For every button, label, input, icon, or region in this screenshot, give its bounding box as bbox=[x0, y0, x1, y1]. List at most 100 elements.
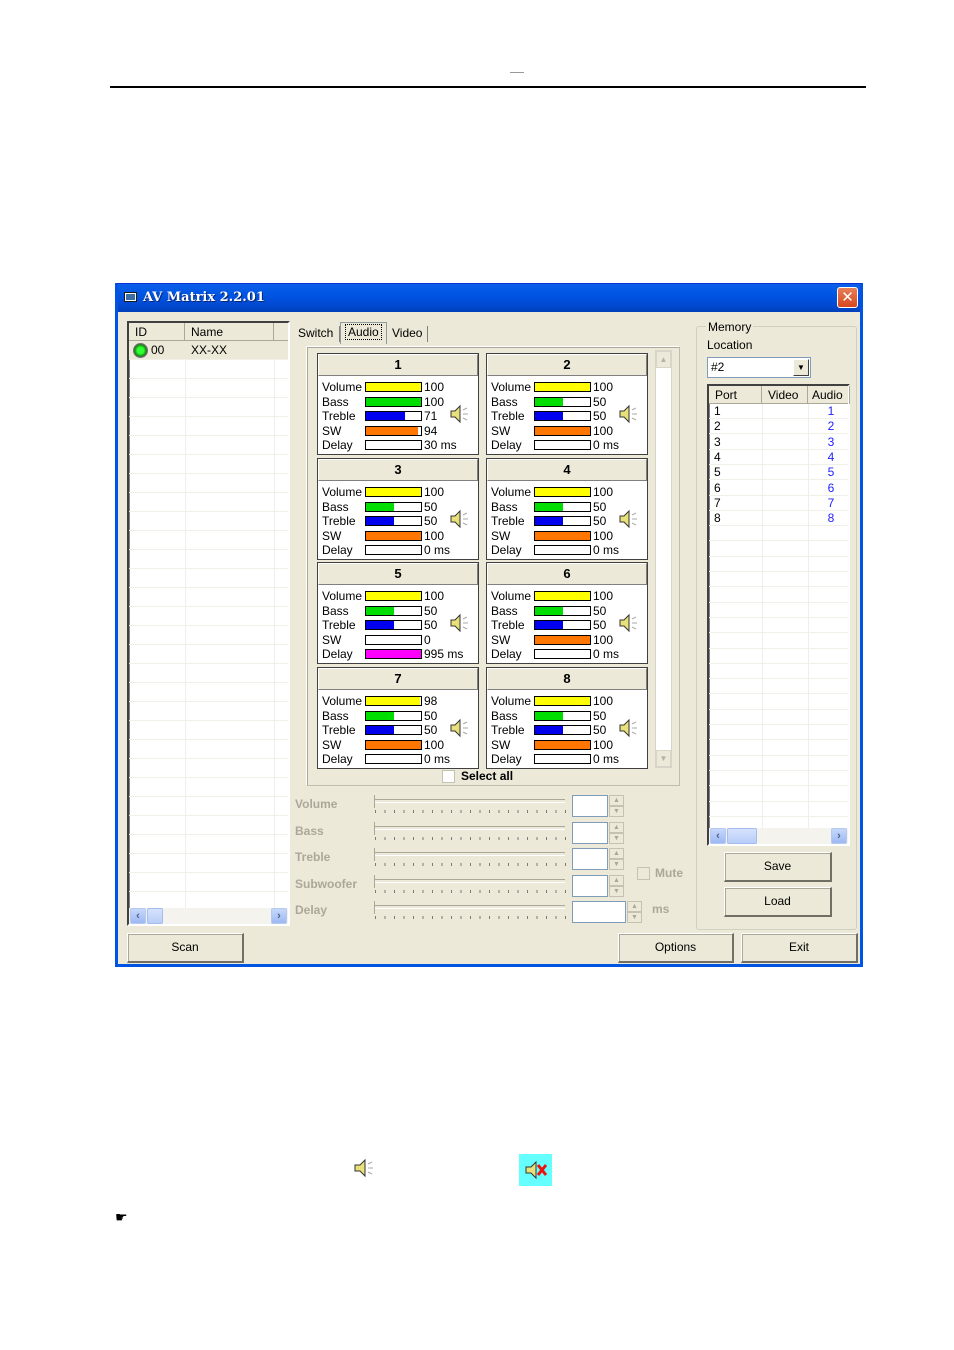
device-row[interactable] bbox=[129, 436, 288, 455]
memory-row[interactable] bbox=[709, 756, 848, 771]
slider-thumb[interactable] bbox=[374, 821, 377, 835]
spin-buttons[interactable]: ▲ ▼ bbox=[609, 795, 624, 817]
memory-row[interactable] bbox=[709, 618, 848, 634]
scroll-right-icon[interactable]: › bbox=[271, 908, 287, 924]
device-row[interactable] bbox=[129, 778, 288, 797]
memory-row[interactable] bbox=[709, 802, 848, 817]
channel-header[interactable]: 4 bbox=[487, 459, 647, 481]
channel-box-8[interactable]: 8 Volume 100 Bass 50 Treble 50 SW 100 Delay 0 ms bbox=[486, 667, 648, 769]
device-row[interactable] bbox=[129, 816, 288, 835]
memory-row[interactable]: 22 bbox=[709, 419, 848, 435]
close-button[interactable]: ✕ bbox=[837, 287, 858, 308]
speaker-icon[interactable] bbox=[449, 404, 471, 424]
speaker-icon[interactable] bbox=[618, 613, 640, 633]
scroll-right-icon[interactable]: › bbox=[831, 828, 847, 844]
options-button[interactable]: Options bbox=[618, 933, 734, 963]
channel-box-5[interactable]: 5 Volume 100 Bass 50 Treble 50 SW 0 Delay 995 ms bbox=[317, 562, 479, 664]
device-row[interactable] bbox=[129, 645, 288, 664]
scroll-thumb[interactable] bbox=[727, 828, 757, 844]
scroll-left-icon[interactable]: ‹ bbox=[130, 908, 146, 924]
checkbox-box[interactable] bbox=[637, 867, 650, 881]
spin-down-icon[interactable]: ▼ bbox=[609, 832, 624, 844]
memory-row[interactable]: 66 bbox=[709, 481, 848, 496]
device-row[interactable] bbox=[129, 588, 288, 607]
column-header-id[interactable]: ID bbox=[129, 323, 185, 341]
memory-row[interactable]: 44 bbox=[709, 450, 848, 465]
speaker-icon[interactable] bbox=[618, 509, 640, 529]
spin-up-icon[interactable]: ▲ bbox=[609, 821, 624, 833]
device-row[interactable] bbox=[129, 550, 288, 569]
load-button[interactable]: Load bbox=[724, 887, 832, 917]
memory-row[interactable]: 88 bbox=[709, 511, 848, 527]
memory-row[interactable]: 33 bbox=[709, 435, 848, 450]
scroll-thumb[interactable] bbox=[147, 908, 163, 924]
speaker-icon[interactable] bbox=[449, 509, 471, 529]
memory-port-list[interactable]: Port Video Audio 1122334455667788 ‹ › bbox=[707, 384, 850, 846]
device-row[interactable] bbox=[129, 626, 288, 645]
scan-button[interactable]: Scan bbox=[127, 933, 244, 963]
memory-list-hscrollbar[interactable]: ‹ › bbox=[709, 828, 848, 844]
memory-row[interactable] bbox=[709, 771, 848, 787]
bass-value-input[interactable] bbox=[572, 821, 608, 844]
spin-down-icon[interactable]: ▼ bbox=[609, 885, 624, 897]
delay-value-input[interactable] bbox=[572, 901, 626, 923]
memory-row[interactable] bbox=[709, 542, 848, 557]
select-all-checkbox[interactable]: Select all bbox=[442, 769, 513, 784]
memory-row[interactable] bbox=[709, 572, 848, 588]
channel-header[interactable]: 5 bbox=[318, 563, 478, 585]
channel-box-7[interactable]: 7 Volume 98 Bass 50 Treble 50 SW 100 Delay 0 ms bbox=[317, 667, 479, 769]
bass-slider[interactable] bbox=[375, 825, 565, 830]
spin-down-icon[interactable]: ▼ bbox=[627, 912, 642, 923]
volume-value-input[interactable] bbox=[572, 795, 608, 817]
device-row[interactable] bbox=[129, 379, 288, 398]
spin-up-icon[interactable]: ▲ bbox=[627, 901, 642, 912]
device-row[interactable]: 00 XX-XX bbox=[129, 341, 288, 360]
treble-slider[interactable] bbox=[375, 852, 565, 856]
column-header-name[interactable]: Name bbox=[185, 323, 274, 341]
memory-row[interactable]: 11 bbox=[709, 404, 848, 419]
memory-row[interactable] bbox=[709, 649, 848, 664]
channel-box-3[interactable]: 3 Volume 100 Bass 50 Treble 50 SW 100 Delay 0 ms bbox=[317, 458, 479, 560]
tab-switch[interactable]: Switch bbox=[294, 324, 338, 344]
spin-buttons[interactable]: ▲ ▼ bbox=[627, 901, 642, 923]
exit-button[interactable]: Exit bbox=[741, 933, 858, 963]
device-row[interactable] bbox=[129, 873, 288, 892]
device-list-hscrollbar[interactable]: ‹ › bbox=[129, 908, 288, 924]
memory-row[interactable] bbox=[709, 741, 848, 756]
device-row[interactable] bbox=[129, 607, 288, 626]
device-row[interactable] bbox=[129, 702, 288, 721]
channel-box-6[interactable]: 6 Volume 100 Bass 50 Treble 50 SW 100 Delay 0 ms bbox=[486, 562, 648, 664]
device-row[interactable] bbox=[129, 417, 288, 436]
speaker-icon[interactable] bbox=[618, 718, 640, 738]
spin-up-icon[interactable]: ▲ bbox=[609, 848, 624, 859]
scroll-left-icon[interactable]: ‹ bbox=[710, 828, 726, 844]
channel-header[interactable]: 7 bbox=[318, 668, 478, 690]
device-row[interactable] bbox=[129, 759, 288, 778]
device-row[interactable] bbox=[129, 797, 288, 816]
device-row[interactable] bbox=[129, 569, 288, 588]
memory-row[interactable] bbox=[709, 526, 848, 542]
device-row[interactable] bbox=[129, 474, 288, 493]
memory-row[interactable] bbox=[709, 787, 848, 802]
device-row[interactable] bbox=[129, 455, 288, 474]
slider-thumb[interactable] bbox=[374, 848, 377, 861]
device-row[interactable] bbox=[129, 721, 288, 740]
column-header-video[interactable]: Video bbox=[762, 386, 808, 404]
scroll-up-icon[interactable]: ▲ bbox=[656, 351, 671, 368]
spin-buttons[interactable]: ▲ ▼ bbox=[609, 821, 624, 844]
speaker-icon[interactable] bbox=[449, 613, 471, 633]
chevron-down-icon[interactable]: ▼ bbox=[793, 359, 809, 376]
channel-box-1[interactable]: 1 Volume 100 Bass 100 Treble 71 SW 94 Delay 30 ms bbox=[317, 353, 479, 455]
treble-value-input[interactable] bbox=[572, 848, 608, 870]
memory-row[interactable] bbox=[709, 664, 848, 680]
spin-down-icon[interactable]: ▼ bbox=[609, 806, 624, 817]
channel-box-2[interactable]: 2 Volume 100 Bass 50 Treble 50 SW 100 Delay 0 ms bbox=[486, 353, 648, 455]
subwoofer-slider[interactable] bbox=[375, 878, 565, 883]
channel-vscrollbar[interactable]: ▲ ▼ bbox=[655, 350, 672, 768]
slider-thumb[interactable] bbox=[374, 874, 377, 888]
column-header-audio[interactable]: Audio bbox=[808, 386, 850, 404]
delay-slider[interactable] bbox=[375, 905, 565, 909]
memory-row[interactable] bbox=[709, 725, 848, 741]
column-header-port[interactable]: Port bbox=[709, 386, 762, 404]
spin-down-icon[interactable]: ▼ bbox=[609, 859, 624, 870]
